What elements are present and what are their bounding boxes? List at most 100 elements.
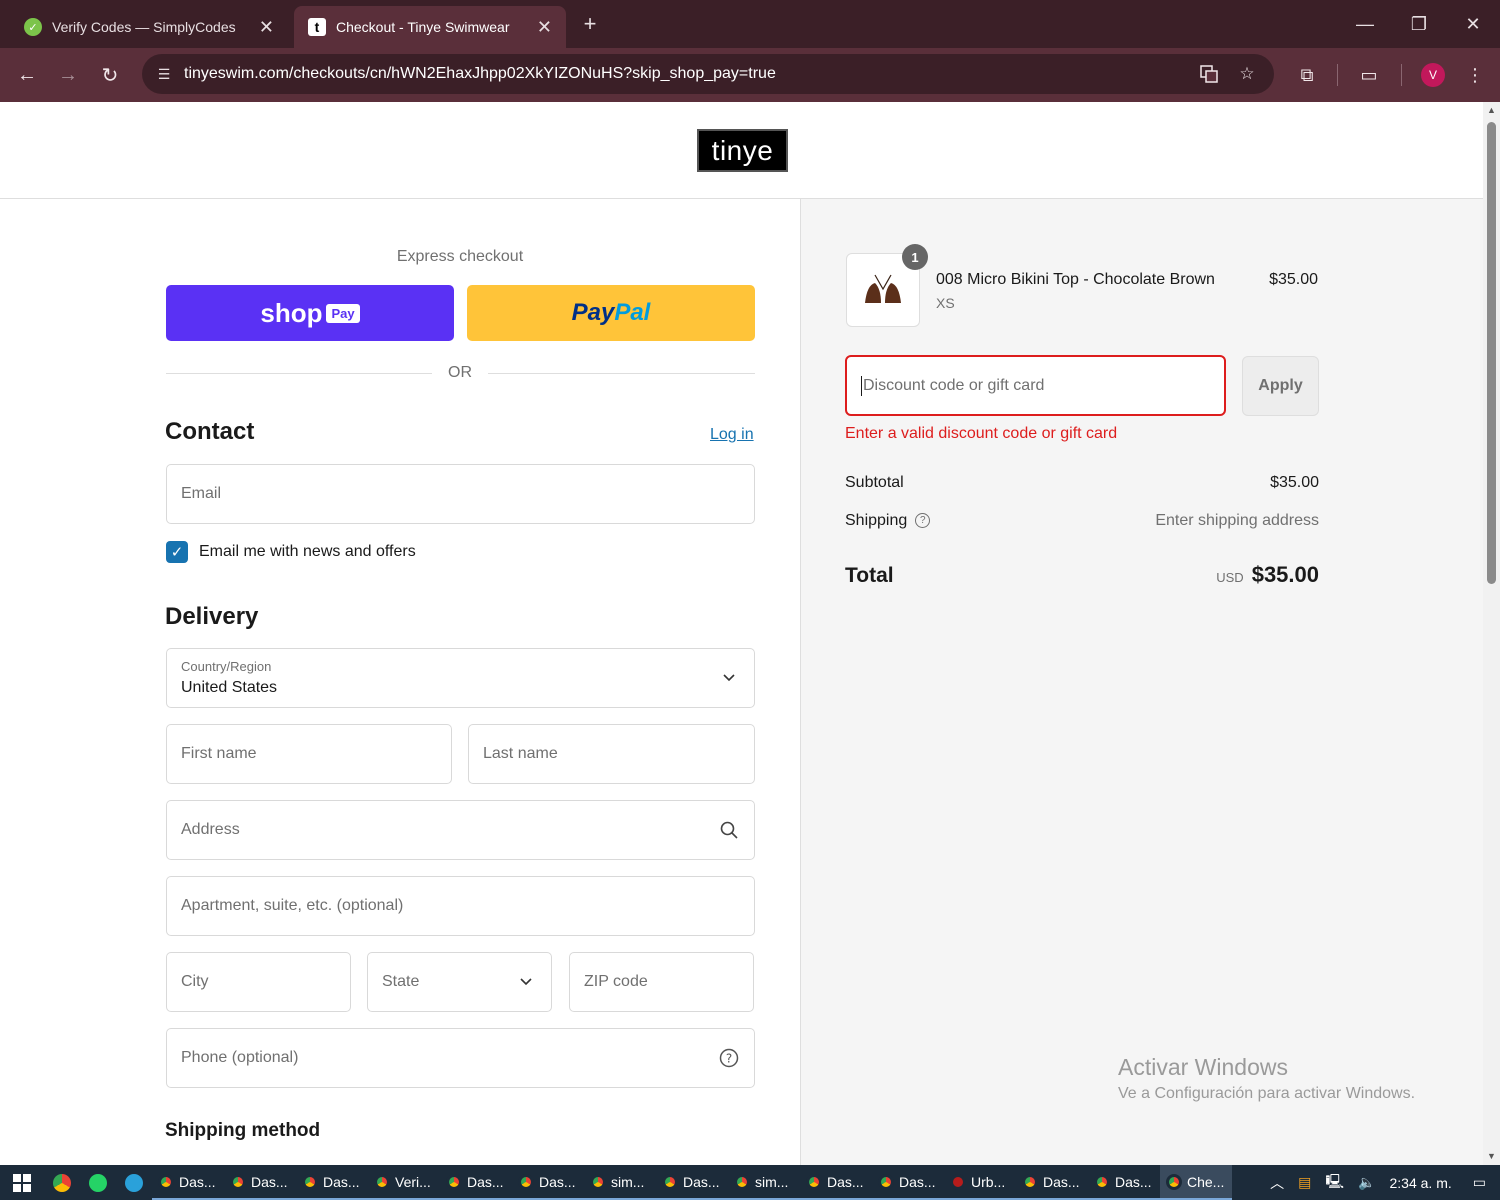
taskbar-window-item[interactable]: sim... xyxy=(584,1165,656,1200)
zip-field[interactable]: ZIP code xyxy=(569,952,754,1012)
discount-placeholder: Discount code or gift card xyxy=(863,376,1045,394)
scroll-down-arrow-icon[interactable]: ▼ xyxy=(1486,1151,1497,1161)
subtotal-value: $35.00 xyxy=(1270,474,1319,491)
close-tab-icon[interactable]: ✕ xyxy=(537,17,552,38)
tab-title: Verify Codes — SimplyCodes xyxy=(52,19,236,35)
menu-kebab-icon[interactable]: ⋮ xyxy=(1460,60,1490,90)
taskbar-window-item[interactable]: Veri... xyxy=(368,1165,440,1200)
chrome-icon xyxy=(302,1173,318,1190)
chrome-icon xyxy=(374,1173,390,1190)
close-window-icon[interactable]: ✕ xyxy=(1446,0,1500,48)
email-field[interactable]: Email xyxy=(166,464,755,524)
taskbar-window-item[interactable]: Das... xyxy=(152,1165,224,1200)
taskbar-window-item[interactable]: Das... xyxy=(440,1165,512,1200)
state-select[interactable]: State xyxy=(367,952,552,1012)
taskbar-item-label: Das... xyxy=(323,1173,360,1190)
toolbar-divider xyxy=(1401,64,1402,86)
newsletter-checkbox[interactable]: ✓ xyxy=(166,541,188,563)
taskbar-window-item[interactable]: Das... xyxy=(656,1165,728,1200)
volume-icon[interactable]: 🔈 xyxy=(1358,1174,1375,1191)
taskbar-window-item[interactable]: Das... xyxy=(224,1165,296,1200)
taskbar-window-item[interactable]: Urb... xyxy=(944,1165,1016,1200)
taskbar-window-item[interactable]: Das... xyxy=(512,1165,584,1200)
city-field[interactable]: City xyxy=(166,952,351,1012)
email-placeholder: Email xyxy=(181,485,222,502)
translate-icon[interactable] xyxy=(1198,63,1220,85)
taskbar-window-item[interactable]: Das... xyxy=(872,1165,944,1200)
first-name-field[interactable]: First name xyxy=(166,724,452,784)
taskbar-item-label: Das... xyxy=(683,1173,720,1190)
taskbar-item-label: Das... xyxy=(251,1173,288,1190)
taskbar-item-label: sim... xyxy=(755,1173,789,1190)
scroll-up-arrow-icon[interactable]: ▲ xyxy=(1486,105,1497,115)
extensions-icon[interactable]: ⧉ xyxy=(1292,60,1322,90)
chrome-icon xyxy=(806,1173,822,1190)
last-name-field[interactable]: Last name xyxy=(468,724,755,784)
chrome-pinned-icon[interactable] xyxy=(44,1165,80,1200)
toolbar-divider xyxy=(1337,64,1338,86)
taskbar-window-item[interactable]: Das... xyxy=(800,1165,872,1200)
zip-placeholder: ZIP code xyxy=(584,973,648,990)
windows-start-icon[interactable] xyxy=(0,1165,44,1200)
taskbar-window-item[interactable]: Das... xyxy=(1088,1165,1160,1200)
total-currency: USD xyxy=(1216,570,1244,585)
back-icon[interactable]: ← xyxy=(12,60,42,90)
newsletter-label[interactable]: Email me with news and offers xyxy=(199,543,416,561)
chrome-icon xyxy=(518,1173,534,1190)
minimize-icon[interactable]: — xyxy=(1338,0,1392,48)
taskbar-window-item[interactable]: Das... xyxy=(296,1165,368,1200)
forward-icon[interactable]: → xyxy=(53,60,83,90)
tray-app-icon[interactable]: ▤ xyxy=(1298,1174,1311,1191)
app-icon xyxy=(950,1173,966,1190)
taskbar-item-label: Das... xyxy=(1115,1173,1152,1190)
shipping-help-icon[interactable]: ? xyxy=(915,513,931,529)
whatsapp-pinned-icon[interactable] xyxy=(80,1165,116,1200)
address-bar[interactable]: ☰ tinyeswim.com/checkouts/cn/hWN2EhaxJhp… xyxy=(142,54,1274,94)
shipping-label: Shipping xyxy=(845,512,908,529)
tab-verify-codes[interactable]: ✓ Verify Codes — SimplyCodes ✕ xyxy=(10,6,288,48)
chevron-down-icon xyxy=(515,971,537,993)
taskbar-clock[interactable]: 2:34 a. m. xyxy=(1390,1175,1452,1191)
divider-line xyxy=(488,373,755,374)
apartment-field[interactable]: Apartment, suite, etc. (optional) xyxy=(166,876,755,936)
contact-heading: Contact xyxy=(165,418,255,445)
taskbar-window-item-active[interactable]: Che... xyxy=(1160,1165,1232,1200)
taskbar-item-label: Che... xyxy=(1187,1173,1225,1190)
discount-code-input[interactable]: Discount code or gift card xyxy=(845,355,1226,416)
cast-search-icon[interactable]: ▭ xyxy=(1354,60,1384,90)
chrome-icon xyxy=(590,1173,606,1190)
bookmark-star-icon[interactable]: ☆ xyxy=(1236,63,1258,85)
scrollbar-thumb[interactable] xyxy=(1487,122,1496,584)
chrome-icon xyxy=(734,1173,750,1190)
telegram-pinned-icon[interactable] xyxy=(116,1165,152,1200)
tab-checkout[interactable]: t Checkout - Tinye Swimwear ✕ xyxy=(294,6,566,48)
page-scrollbar[interactable]: ▲ ▼ xyxy=(1483,102,1500,1165)
paypal-button[interactable]: Pay Pal xyxy=(467,285,755,341)
notifications-icon[interactable]: ▭ xyxy=(1473,1174,1486,1191)
apartment-placeholder: Apartment, suite, etc. (optional) xyxy=(181,897,404,914)
login-link[interactable]: Log in xyxy=(710,426,754,444)
close-tab-icon[interactable]: ✕ xyxy=(259,17,274,38)
apply-discount-button[interactable]: Apply xyxy=(1242,356,1319,416)
product-variant: XS xyxy=(936,295,955,311)
shop-pay-button[interactable]: shop Pay xyxy=(166,285,454,341)
new-tab-icon[interactable]: + xyxy=(578,10,602,38)
profile-avatar[interactable]: V xyxy=(1421,63,1445,87)
chevron-down-icon xyxy=(718,667,740,689)
restore-icon[interactable]: ❐ xyxy=(1392,0,1446,48)
taskbar-item-label: Das... xyxy=(179,1173,216,1190)
tab-title: Checkout - Tinye Swimwear xyxy=(336,19,510,35)
network-icon[interactable]: 🖳 xyxy=(1325,1171,1344,1195)
taskbar-window-item[interactable]: Das... xyxy=(1016,1165,1088,1200)
tray-chevron-up-icon[interactable]: ︿ xyxy=(1270,1173,1284,1193)
address-field[interactable]: Address xyxy=(166,800,755,860)
tinye-favicon-icon: t xyxy=(308,18,326,36)
site-info-icon[interactable]: ☰ xyxy=(154,64,174,84)
reload-icon[interactable]: ↻ xyxy=(95,60,125,90)
phone-field[interactable]: Phone (optional) ? xyxy=(166,1028,755,1088)
country-select[interactable]: Country/Region United States xyxy=(166,648,755,708)
help-circle-icon[interactable]: ? xyxy=(718,1047,740,1069)
store-logo[interactable]: tinye xyxy=(697,129,788,172)
taskbar-window-item[interactable]: sim... xyxy=(728,1165,800,1200)
chrome-icon xyxy=(1022,1173,1038,1190)
